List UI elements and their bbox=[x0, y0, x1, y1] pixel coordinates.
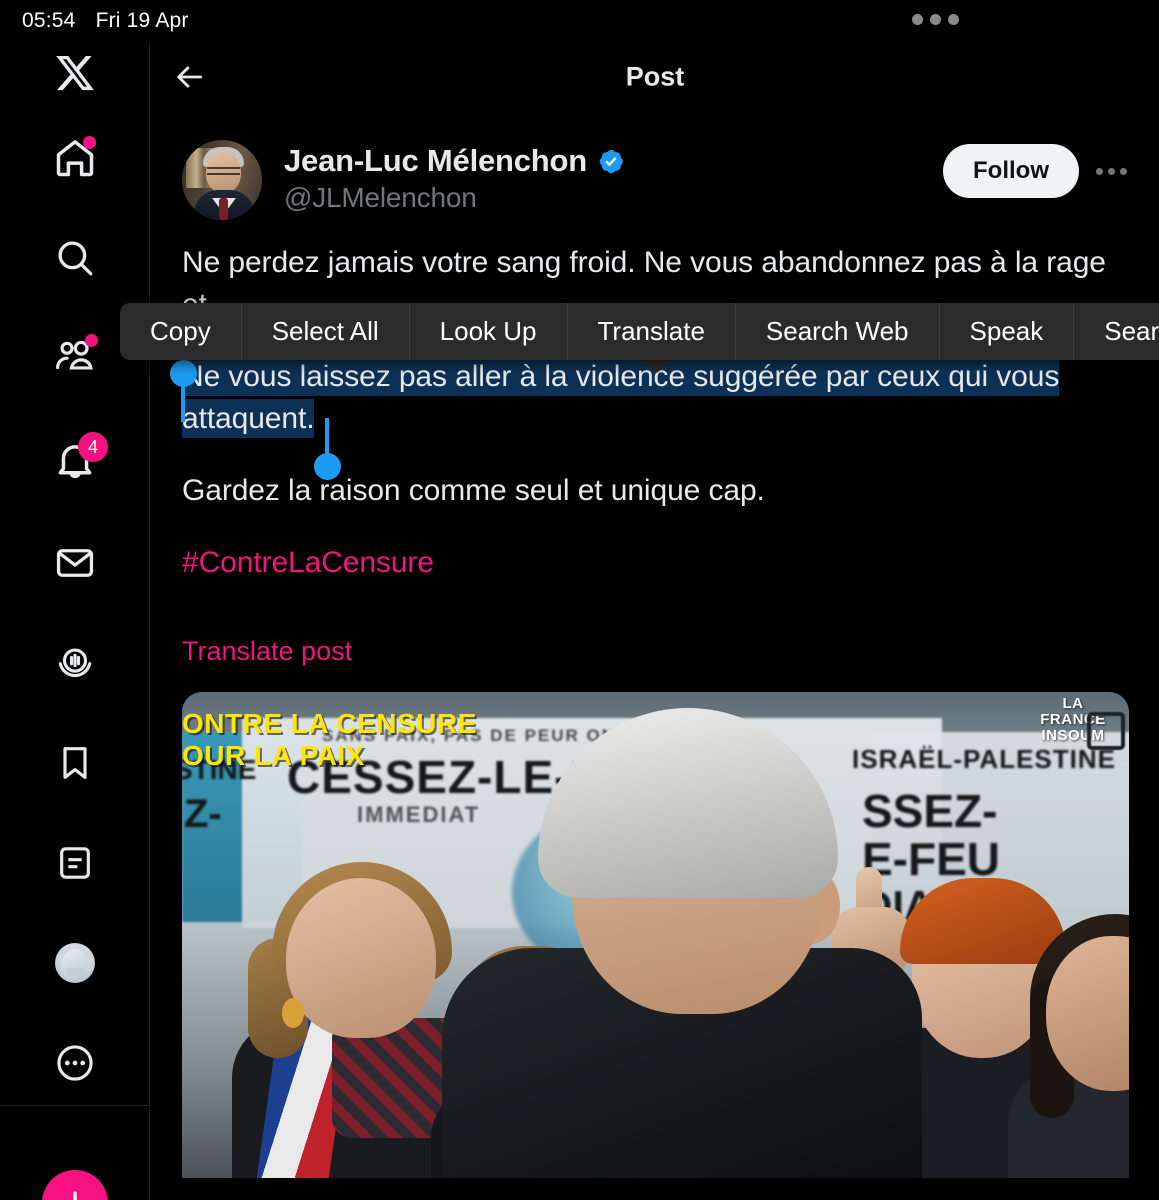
context-menu-item-copy[interactable]: Copy bbox=[120, 303, 242, 360]
sidebar-item-messages[interactable] bbox=[0, 532, 150, 594]
notifications-count-badge: 4 bbox=[78, 432, 108, 462]
sidebar-item-bookmarks[interactable] bbox=[0, 732, 150, 794]
back-button[interactable] bbox=[159, 46, 221, 108]
video-overlay-line-2: OUR LA PAIX bbox=[182, 740, 365, 771]
sidebar-item-x-logo[interactable] bbox=[0, 42, 150, 104]
sidebar-item-grok[interactable] bbox=[0, 632, 150, 694]
person-speaker bbox=[442, 708, 922, 1178]
grok-icon bbox=[52, 640, 98, 686]
communities-icon bbox=[52, 334, 98, 381]
avatar bbox=[52, 940, 98, 986]
context-menu-item-search[interactable]: Search bbox=[1074, 303, 1159, 360]
post-more-options-icon[interactable] bbox=[1085, 145, 1137, 197]
sidebar: 4 bbox=[0, 42, 150, 1200]
text-selection-context-menu[interactable]: Copy Select All Look Up Translate Search… bbox=[120, 303, 1159, 360]
status-bar: 05:54 Fri 19 Apr bbox=[0, 0, 1159, 42]
video-overlay-title: ONTRE LA CENSURE OUR LA PAIX bbox=[182, 708, 477, 772]
sidebar-item-profile[interactable] bbox=[0, 932, 150, 994]
context-menu-item-translate[interactable]: Translate bbox=[568, 303, 736, 360]
sidebar-item-lists[interactable] bbox=[0, 832, 150, 894]
messages-envelope-icon bbox=[52, 540, 98, 586]
status-date: Fri 19 Apr bbox=[95, 9, 189, 32]
sidebar-item-home[interactable] bbox=[0, 127, 150, 189]
context-menu-item-select-all[interactable]: Select All bbox=[242, 303, 410, 360]
post-text: Ne perdez jamais votre sang froid. Ne vo… bbox=[151, 220, 1159, 584]
search-icon bbox=[52, 235, 98, 281]
person-dark-haired-woman bbox=[1008, 914, 1129, 1178]
follow-button[interactable]: Follow bbox=[943, 144, 1079, 198]
la-france-insoumise-watermark: LA FRANCE INSOUM bbox=[1025, 696, 1121, 806]
sidebar-rail: 4 bbox=[0, 42, 150, 1106]
bookmark-icon bbox=[52, 740, 98, 786]
main-content: Post Jean-Luc Mélenchon @JLMelenchon Fol… bbox=[151, 42, 1159, 1200]
watermark-line-1: LA bbox=[1062, 695, 1084, 712]
home-icon bbox=[52, 135, 98, 181]
sidebar-item-notifications[interactable]: 4 bbox=[0, 430, 150, 492]
author-avatar[interactable] bbox=[182, 140, 262, 220]
verified-badge-icon bbox=[596, 147, 625, 176]
author-display-name: Jean-Luc Mélenchon bbox=[284, 143, 588, 178]
lists-icon bbox=[52, 840, 98, 886]
status-indicator-dots-icon bbox=[912, 14, 959, 25]
selection-end-handle[interactable] bbox=[314, 418, 344, 480]
selection-start-handle[interactable] bbox=[170, 360, 200, 422]
context-menu-item-speak[interactable]: Speak bbox=[940, 303, 1075, 360]
home-unread-dot-badge bbox=[83, 136, 96, 149]
video-overlay-line-1: ONTRE LA CENSURE bbox=[182, 708, 477, 739]
post-video-thumbnail[interactable]: SANS PAIX, PAS DE PEUR ON CESSEZ-LE-FE I… bbox=[182, 692, 1129, 1178]
translate-post-link[interactable]: Translate post bbox=[151, 636, 383, 667]
context-menu-item-look-up[interactable]: Look Up bbox=[410, 303, 568, 360]
more-circle-icon bbox=[52, 1040, 98, 1086]
post-hashtag-link[interactable]: #ContreLaCensure bbox=[182, 542, 1129, 584]
sidebar-item-search[interactable] bbox=[0, 227, 150, 289]
top-bar: Post bbox=[151, 42, 1159, 112]
context-menu-item-search-web[interactable]: Search Web bbox=[736, 303, 940, 360]
post-header-actions: Follow bbox=[943, 144, 1137, 198]
x-logo-icon bbox=[52, 50, 98, 96]
status-time: 05:54 bbox=[22, 9, 76, 32]
sidebar-item-more[interactable] bbox=[0, 1032, 150, 1094]
communities-unread-dot-badge bbox=[85, 334, 98, 347]
context-menu-pointer bbox=[640, 358, 674, 373]
author-handle: @JLMelenchon bbox=[284, 182, 477, 213]
post-header: Jean-Luc Mélenchon @JLMelenchon Follow bbox=[151, 112, 1159, 220]
page-title: Post bbox=[625, 61, 685, 92]
author-names: Jean-Luc Mélenchon @JLMelenchon bbox=[284, 140, 625, 214]
compose-post-button[interactable] bbox=[42, 1170, 108, 1200]
notifications-bell-icon: 4 bbox=[52, 432, 108, 484]
screen-root: 05:54 Fri 19 Apr 4 Post Jean-Luc Mélench… bbox=[0, 0, 1159, 1200]
